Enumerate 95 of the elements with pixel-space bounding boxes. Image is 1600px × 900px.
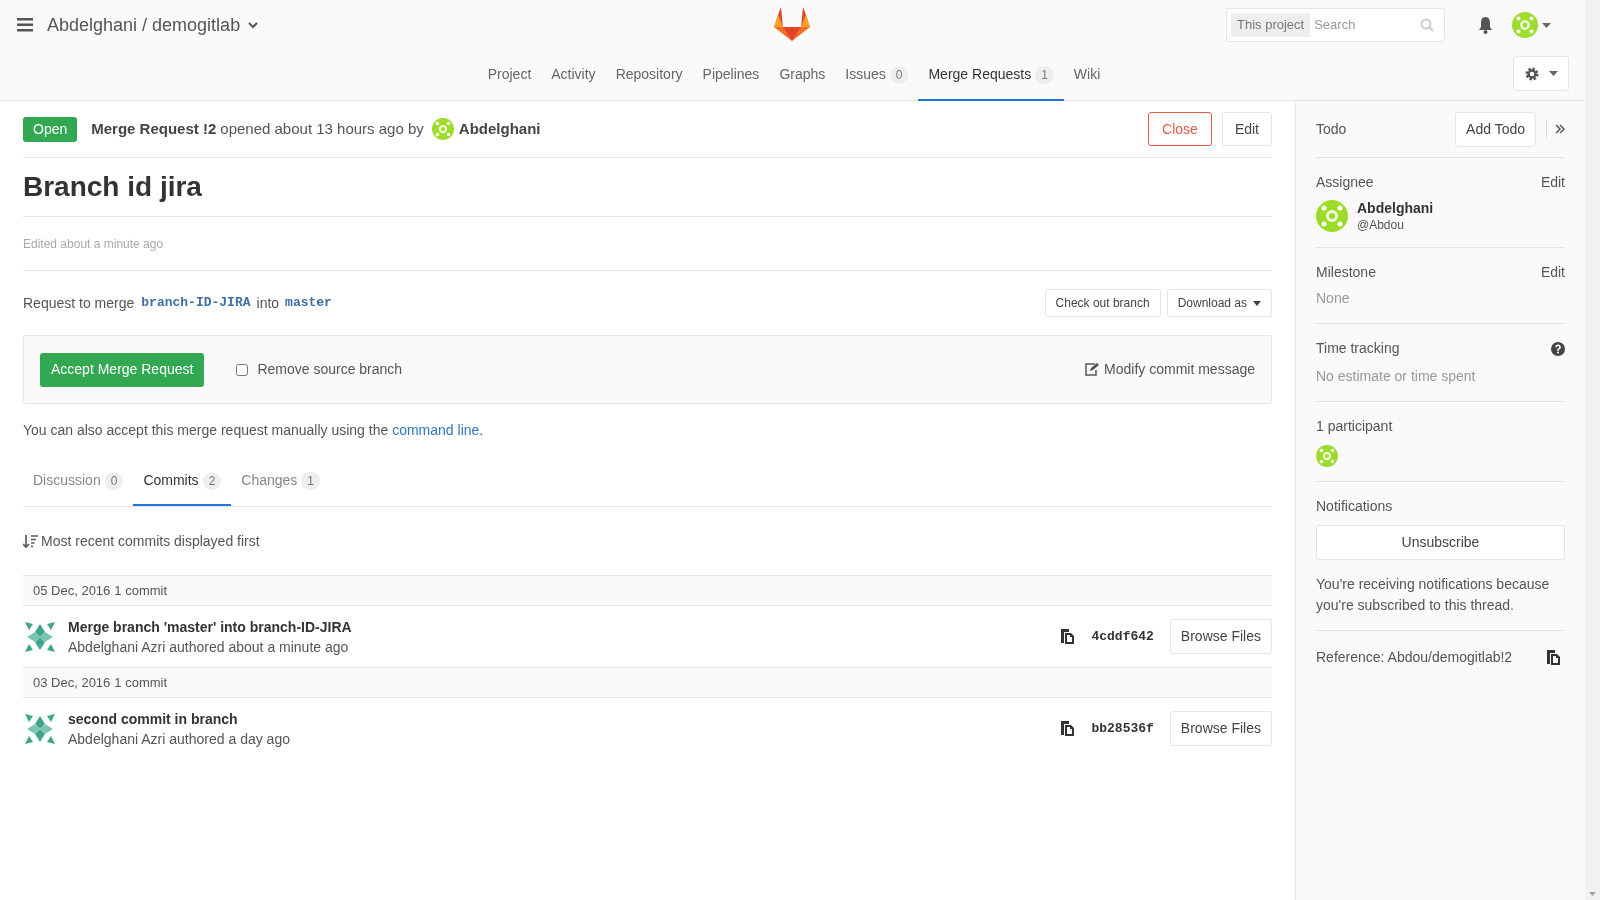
avatar-icon <box>23 711 57 746</box>
search-input[interactable]: Search <box>1314 15 1415 35</box>
chevron-icon <box>248 21 259 29</box>
search-field[interactable]: This project Search <box>1226 8 1445 42</box>
commit-date: 05 Dec, 2016 <box>33 581 111 600</box>
todo-label: Todo <box>1316 119 1347 139</box>
milestone-value: None <box>1316 289 1351 308</box>
notifications-note: You're receiving notifications because you're subscribed to this thread. <box>1316 575 1551 615</box>
scrollbar[interactable] <box>1585 0 1600 900</box>
search-scope[interactable]: This project <box>1231 13 1311 37</box>
edited-text: Edited about a minute ago <box>23 235 164 253</box>
time-tracking-label: Time tracking <box>1316 339 1400 358</box>
copy-icon[interactable] <box>1545 649 1561 666</box>
nav-tab[interactable]: Graphs <box>769 50 836 101</box>
settings-button[interactable] <box>1513 56 1569 91</box>
browse-files-button[interactable]: Browse Files <box>1169 711 1272 746</box>
content-tab[interactable]: Discussion 0 <box>23 457 134 506</box>
edit-link[interactable]: Edit <box>1540 262 1565 283</box>
count-badge: 0 <box>104 471 124 490</box>
collapse-icon[interactable] <box>1555 124 1565 134</box>
remove-source-checkbox[interactable] <box>236 363 249 376</box>
participants-label: 1 participant <box>1316 417 1394 436</box>
assignee-username: @Abdou <box>1357 217 1405 233</box>
avatar-icon <box>1512 12 1538 38</box>
add-todo-button[interactable]: Add Todo <box>1455 111 1536 147</box>
notifications-label: Notifications <box>1316 497 1394 516</box>
nav-tab[interactable]: Issues 0 <box>835 50 919 101</box>
edit-icon <box>1085 363 1100 376</box>
commit-count: 1 commit <box>114 673 168 692</box>
count-badge: 1 <box>1035 65 1054 84</box>
commit-author[interactable]: Abdelghani Azri <box>68 728 166 749</box>
commit-count: 1 commit <box>114 581 168 600</box>
user-menu-button[interactable] <box>1512 12 1551 38</box>
participant-avatar-icon <box>1316 445 1338 467</box>
content-tab[interactable]: Changes 1 <box>231 457 331 506</box>
settings-icon <box>1524 66 1539 81</box>
sort-note: Most recent commits displayed first <box>41 531 260 551</box>
avatar-icon <box>431 118 454 140</box>
caret-icon <box>1542 22 1551 28</box>
assignee-name[interactable]: Abdelghani <box>1357 199 1434 217</box>
help-icon[interactable] <box>1551 341 1565 356</box>
time-tracking-value: No estimate or time spent <box>1316 367 1477 386</box>
close-button[interactable]: Close <box>1148 112 1212 146</box>
check-out-branch-button[interactable]: Check out branch <box>1044 289 1161 317</box>
modify-commit-message-link[interactable]: Modify commit message <box>1085 359 1255 380</box>
author-link[interactable]: Abdelghani <box>458 117 541 141</box>
download-button[interactable]: Download as <box>1166 289 1272 317</box>
avatar-icon <box>1316 200 1348 232</box>
commit-time: authored about a minute ago <box>169 637 349 657</box>
nav-tab[interactable]: Pipelines <box>692 50 770 101</box>
nav-tab[interactable]: Wiki <box>1063 50 1111 101</box>
commit-date: 03 Dec, 2016 <box>33 673 111 692</box>
commit-title[interactable]: second commit in branch <box>68 708 290 729</box>
command-line-link[interactable]: command line <box>392 422 480 438</box>
nav-tab[interactable]: Project <box>477 50 542 101</box>
bell-icon[interactable] <box>1477 16 1494 34</box>
commit-title[interactable]: Merge branch 'master' into branch-ID-JIRA <box>68 616 352 637</box>
count-badge: 2 <box>202 471 222 490</box>
sort-icon <box>23 533 38 549</box>
reference-text: Reference: Abdou/demogitlab!2 <box>1316 648 1513 667</box>
count-badge: 0 <box>889 65 909 84</box>
manual-merge-note: You can also accept this merge request manually using the command line. <box>23 421 485 440</box>
commit-sha[interactable]: bb28536f <box>1091 718 1154 739</box>
milestone-label: Milestone <box>1316 263 1376 282</box>
nav-tab[interactable]: Activity <box>541 50 606 101</box>
browse-files-button[interactable]: Browse Files <box>1169 619 1272 654</box>
avatar-icon <box>23 619 57 654</box>
assignee-label: Assignee <box>1316 173 1374 192</box>
project-path[interactable]: Abdelghani / demogitlab <box>47 11 259 39</box>
caret-icon <box>1548 71 1558 76</box>
search-icon <box>1420 18 1434 32</box>
merge-request-title: Branch id jira <box>23 170 202 204</box>
merge-request-ref: Merge Request !2 <box>91 118 217 139</box>
into-text: into <box>256 293 280 313</box>
opened-text: opened about 13 hours ago by <box>220 118 424 139</box>
nav-tab[interactable]: Repository <box>605 50 693 101</box>
branch-name[interactable]: branch-ID-JIRA <box>141 293 251 313</box>
commit-author[interactable]: Abdelghani Azri <box>68 636 166 657</box>
copy-icon[interactable] <box>1059 720 1076 737</box>
unsubscribe-button[interactable]: Unsubscribe <box>1316 525 1565 560</box>
branch-name[interactable]: master <box>285 293 332 313</box>
merge-request-text: Request to merge <box>23 293 135 313</box>
edit-link[interactable]: Edit <box>1540 172 1565 193</box>
copy-icon[interactable] <box>1059 628 1076 645</box>
edit-button[interactable]: Edit <box>1221 112 1272 146</box>
commit-time: authored a day ago <box>169 729 290 749</box>
caret-icon <box>1253 300 1261 306</box>
checkbox-label[interactable]: Remove source branch <box>257 359 403 380</box>
nav-tab[interactable]: Merge Requests 1 <box>918 50 1064 101</box>
fox-logo-icon[interactable] <box>773 7 811 41</box>
content-tab[interactable]: Commits 2 <box>133 457 232 506</box>
count-badge: 1 <box>301 471 321 490</box>
status-badge: Open <box>23 116 78 142</box>
commit-sha[interactable]: 4cddf642 <box>1091 626 1154 647</box>
menu-icon[interactable] <box>17 18 33 32</box>
